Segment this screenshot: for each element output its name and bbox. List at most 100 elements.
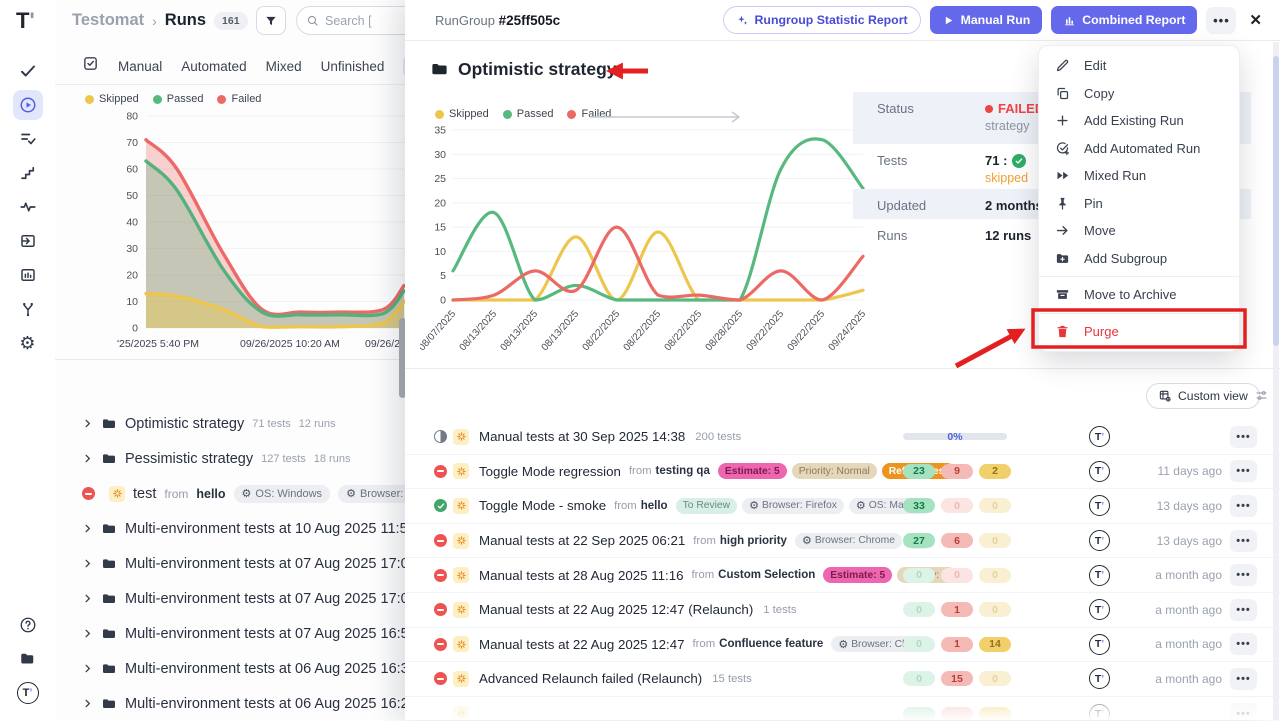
- filter-button[interactable]: [256, 6, 286, 35]
- run-title[interactable]: Toggle Mode - smoke: [479, 498, 606, 513]
- select-all-checklist-icon[interactable]: [82, 55, 99, 77]
- tab-automated[interactable]: Automated: [181, 59, 246, 74]
- chevron-right-icon[interactable]: [82, 628, 93, 639]
- run-row[interactable]: Toggle Mode - smokefromhelloTo Review⚙Br…: [405, 489, 1280, 524]
- tree-group-row[interactable]: Multi-environment tests at 10 Aug 2025 1…: [55, 511, 405, 546]
- tree-group-row[interactable]: Optimistic strategy71 tests12 runs: [55, 406, 405, 441]
- branch-icon[interactable]: [13, 294, 43, 324]
- row-more-button[interactable]: •••: [1230, 703, 1257, 720]
- menu-item-move-to-archive[interactable]: Move to Archive: [1039, 281, 1239, 309]
- red-count-pill: 1: [941, 637, 973, 652]
- fast-forward-icon: [1055, 168, 1070, 183]
- help-icon[interactable]: [13, 610, 43, 640]
- modal-close-icon[interactable]: ✕: [1245, 11, 1266, 29]
- chevron-right-icon[interactable]: [82, 418, 93, 429]
- menu-item-add-automated-run[interactable]: Add Automated Run: [1039, 135, 1239, 163]
- progress-percent: 0%: [903, 431, 1007, 443]
- from-source[interactable]: Confluence feature: [719, 638, 823, 650]
- list-check-icon[interactable]: [13, 124, 43, 154]
- run-row[interactable]: Toggle Mode regressionfromtesting qaEsti…: [405, 455, 1280, 490]
- menu-item-mixed-run[interactable]: Mixed Run: [1039, 162, 1239, 190]
- modal-more-button[interactable]: •••: [1206, 7, 1236, 34]
- row-more-button[interactable]: •••: [1230, 668, 1257, 690]
- from-source[interactable]: testing qa: [656, 465, 710, 477]
- tree-group-row[interactable]: Multi-environment tests at 07 Aug 2025 1…: [55, 581, 405, 616]
- tab-unfinished[interactable]: Unfinished: [321, 59, 385, 74]
- run-title[interactable]: Manual tests at 22 Aug 2025 12:47: [479, 637, 685, 652]
- run-title[interactable]: Advanced Relaunch failed (Relaunch): [479, 671, 702, 686]
- run-row[interactable]: Manual tests at 28 Aug 2025 11:16fromCus…: [405, 558, 1280, 593]
- manual-run-spark-icon: [453, 636, 469, 652]
- tree-group-row[interactable]: Multi-environment tests at 06 Aug 2025 1…: [55, 651, 405, 686]
- steps-icon[interactable]: [13, 158, 43, 188]
- row-more-button[interactable]: •••: [1230, 495, 1257, 517]
- tree-run-row[interactable]: testfromhello⚙OS: Windows⚙Browser: Chrom…: [55, 476, 405, 511]
- row-more-button[interactable]: •••: [1230, 564, 1257, 586]
- chevron-right-icon[interactable]: [82, 453, 93, 464]
- tree-group-row[interactable]: Multi-environment tests at 06 Aug 2025 1…: [55, 686, 405, 721]
- run-row[interactable]: Manual tests at 22 Aug 2025 12:47 (Relau…: [405, 593, 1280, 628]
- run-groups-tree: Optimistic strategy71 tests12 runsPessim…: [55, 406, 405, 721]
- tab-mixed[interactable]: Mixed: [266, 59, 302, 74]
- row-more-button[interactable]: •••: [1230, 633, 1257, 655]
- filter-sliders-icon[interactable]: [1254, 388, 1269, 408]
- report-box-icon[interactable]: [13, 260, 43, 290]
- modal-scrollbar[interactable]: [1273, 42, 1279, 720]
- from-source[interactable]: hello: [641, 500, 668, 512]
- tree-item-label: Optimistic strategy: [125, 416, 244, 432]
- rungroup-statistic-report-button[interactable]: Rungroup Statistic Report: [723, 6, 921, 34]
- row-more-button[interactable]: •••: [1230, 460, 1257, 482]
- row-more-button[interactable]: •••: [1230, 599, 1257, 621]
- play-circle-icon[interactable]: [13, 90, 43, 120]
- brand-avatar-icon[interactable]: T’: [13, 678, 43, 708]
- run-row[interactable]: Manual tests at 22 Sep 2025 06:21fromhig…: [405, 524, 1280, 559]
- tab-manual[interactable]: Manual: [118, 59, 162, 74]
- chevron-right-icon[interactable]: [82, 558, 93, 569]
- gear-icon[interactable]: ⚙: [13, 328, 43, 358]
- import-box-icon[interactable]: [13, 226, 43, 256]
- run-row[interactable]: Manual tests at 30 Sep 2025 14:38200 tes…: [405, 420, 1280, 455]
- app-logo[interactable]: T': [16, 8, 35, 34]
- run-counts: 2392: [903, 464, 1013, 479]
- breadcrumb-separator: ›: [152, 13, 157, 29]
- combined-report-button[interactable]: Combined Report: [1051, 6, 1197, 34]
- chevron-right-icon[interactable]: [82, 523, 93, 534]
- run-row[interactable]: Advanced Relaunch failed (Relaunch) 15 te…: [405, 662, 1280, 697]
- menu-item-edit[interactable]: Edit: [1039, 52, 1239, 80]
- menu-item-pin[interactable]: Pin: [1039, 190, 1239, 218]
- custom-view-button[interactable]: Custom view: [1146, 383, 1260, 409]
- run-title[interactable]: Manual tests at 28 Aug 2025 11:16: [479, 568, 684, 583]
- breadcrumb-testomat[interactable]: Testomat: [72, 11, 144, 30]
- menu-item-add-existing-run[interactable]: Add Existing Run: [1039, 107, 1239, 135]
- check-icon[interactable]: [13, 56, 43, 86]
- tree-group-row[interactable]: Pessimistic strategy127 tests18 runs: [55, 441, 405, 476]
- run-title[interactable]: Toggle Mode regression: [479, 464, 621, 479]
- menu-item-copy[interactable]: Copy: [1039, 80, 1239, 108]
- menu-item-purge[interactable]: Purge: [1039, 318, 1239, 346]
- run-tests-count: 15 tests: [712, 673, 752, 685]
- from-source[interactable]: high priority: [720, 535, 787, 547]
- chevron-right-icon[interactable]: [82, 698, 93, 709]
- run-badge: ⚙Browser: Chrome: [795, 533, 902, 549]
- tree-group-row[interactable]: Multi-environment tests at 07 Aug 2025 1…: [55, 616, 405, 651]
- row-more-button[interactable]: •••: [1230, 530, 1257, 552]
- chevron-right-icon[interactable]: [82, 593, 93, 604]
- manual-run-button[interactable]: Manual Run: [930, 6, 1043, 34]
- pulse-icon[interactable]: [13, 192, 43, 222]
- menu-item-move[interactable]: Move: [1039, 217, 1239, 245]
- tests-count: 127 tests: [261, 453, 306, 465]
- run-title[interactable]: Manual tests at 30 Sep 2025 14:38: [479, 429, 685, 444]
- run-title[interactable]: Manual tests at 22 Sep 2025 06:21: [479, 533, 685, 548]
- run-title[interactable]: Manual tests at 22 Aug 2025 12:47 (Relau…: [479, 602, 753, 617]
- red-count-pill: 15: [941, 671, 973, 686]
- menu-item-add-subgroup[interactable]: Add Subgroup: [1039, 245, 1239, 273]
- from-source[interactable]: Custom Selection: [718, 569, 815, 581]
- folders-icon[interactable]: [13, 644, 43, 674]
- run-row[interactable]: Manual tests at 22 Aug 2025 12:47fromCon…: [405, 628, 1280, 663]
- run-row[interactable]: T’•••: [405, 697, 1280, 720]
- tree-group-row[interactable]: Multi-environment tests at 07 Aug 2025 1…: [55, 546, 405, 581]
- chevron-right-icon[interactable]: [82, 663, 93, 674]
- row-more-button[interactable]: •••: [1230, 426, 1257, 448]
- modal-scrollbar-thumb[interactable]: [1273, 56, 1279, 346]
- gear-icon: ⚙: [802, 534, 812, 547]
